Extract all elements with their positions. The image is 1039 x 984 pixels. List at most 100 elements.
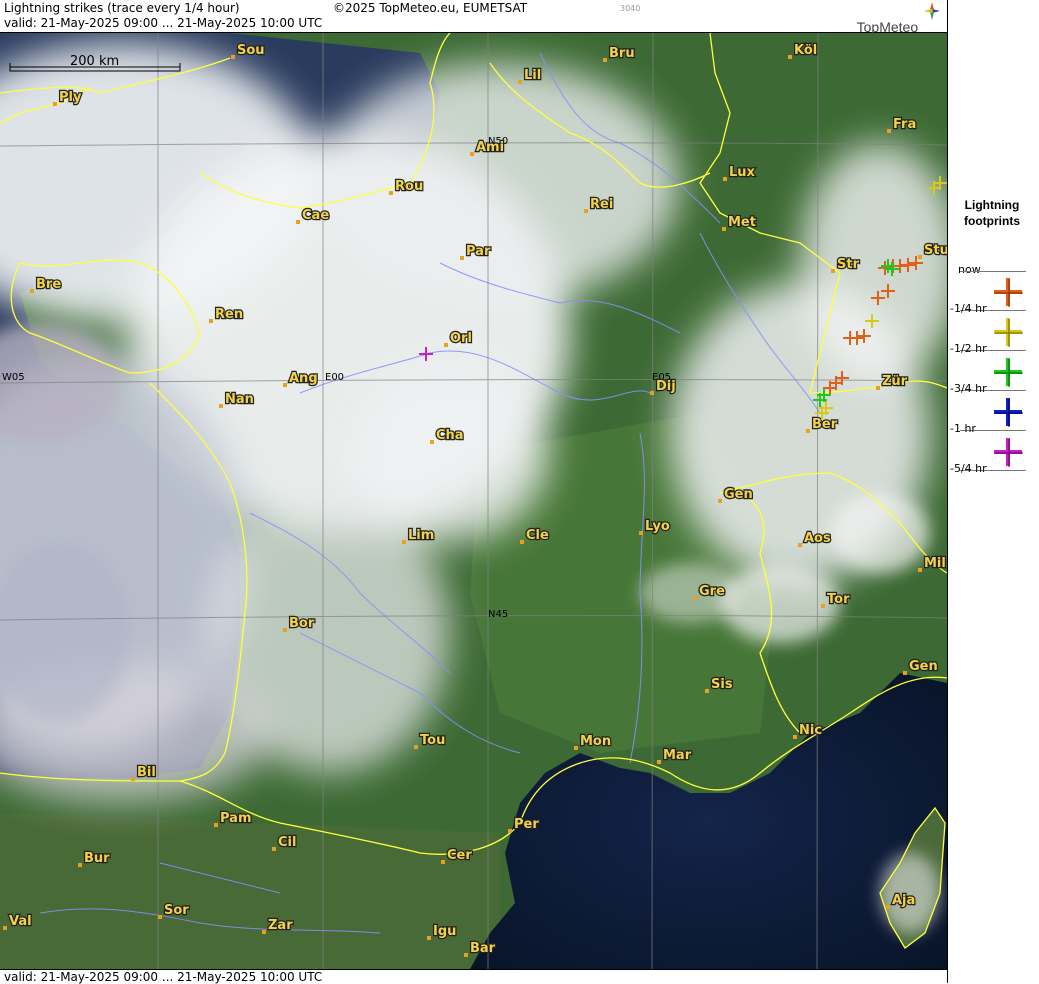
city-label: Sis bbox=[711, 677, 733, 692]
city-label: Par bbox=[466, 244, 491, 259]
city-label: Bre bbox=[36, 277, 61, 292]
legend-title-line2: footprints bbox=[964, 214, 1020, 228]
city-label: Stu bbox=[924, 243, 947, 258]
city-dot bbox=[876, 386, 880, 390]
compass-logo-icon bbox=[924, 2, 940, 20]
city-dot bbox=[918, 568, 922, 572]
city-label: Bil bbox=[137, 765, 156, 780]
legend-cross-green-icon bbox=[994, 358, 1023, 387]
city-label: Sou bbox=[237, 43, 265, 58]
legend-label-now: now bbox=[958, 263, 981, 276]
city-label: Met bbox=[728, 215, 756, 230]
city-dot bbox=[296, 220, 300, 224]
city-dot bbox=[441, 860, 445, 864]
city-label: Cil bbox=[278, 835, 296, 850]
city-dot bbox=[798, 543, 802, 547]
city-dot bbox=[831, 269, 835, 273]
city-dot bbox=[821, 604, 825, 608]
city-label: Bru bbox=[609, 46, 635, 61]
city-label: Zür bbox=[882, 374, 908, 389]
city-label: Aja bbox=[892, 893, 915, 908]
city-dot bbox=[693, 596, 697, 600]
city-label: Lux bbox=[729, 165, 756, 180]
city-label: Mon bbox=[580, 734, 611, 749]
city-dot bbox=[657, 760, 661, 764]
legend-divider bbox=[960, 271, 1026, 272]
city-dot bbox=[158, 915, 162, 919]
city-dot bbox=[389, 191, 393, 195]
city-dot bbox=[887, 129, 891, 133]
city-dot bbox=[464, 953, 468, 957]
city-label: Gen bbox=[909, 659, 938, 674]
legend-label-one-hour: -1 hr bbox=[950, 422, 976, 435]
legend-title-line1: Lightning bbox=[964, 198, 1020, 212]
city-dot bbox=[219, 404, 223, 408]
city-dot bbox=[430, 440, 434, 444]
legend-cross-orange-icon bbox=[994, 278, 1023, 307]
city-label: Fra bbox=[893, 117, 916, 132]
city-label: Igu bbox=[433, 924, 456, 939]
copyright-text: ©2025 TopMeteo.eu, EUMETSAT bbox=[333, 1, 528, 15]
city-dot bbox=[603, 58, 607, 62]
city-label: Pam bbox=[220, 811, 252, 826]
city-label: Gen bbox=[724, 487, 753, 502]
city-label: Tor bbox=[827, 592, 850, 607]
city-label: Mil bbox=[924, 556, 946, 571]
city-label: Lil bbox=[524, 68, 541, 83]
grid-label-n45: N45 bbox=[488, 609, 508, 620]
city-label: Gre bbox=[699, 584, 725, 599]
city-dot bbox=[793, 735, 797, 739]
city-dot bbox=[78, 863, 82, 867]
city-label: Bar bbox=[470, 941, 496, 956]
city-dot bbox=[402, 540, 406, 544]
city-dot bbox=[639, 531, 643, 535]
city-dot bbox=[262, 930, 266, 934]
city-dot bbox=[584, 209, 588, 213]
city-label: Ami bbox=[476, 140, 504, 155]
legend-panel: Lightning footprints now -1/4 hr -1/2 hr… bbox=[947, 0, 1039, 983]
city-label: Orl bbox=[450, 331, 472, 346]
satellite-map[interactable]: 200 km N50 N45 W05 E00 E05 Sou Bru Köl Lil P… bbox=[0, 33, 947, 969]
city-dot bbox=[518, 80, 522, 84]
city-dot bbox=[283, 628, 287, 632]
city-dot bbox=[460, 256, 464, 260]
city-label: Bur bbox=[84, 851, 110, 866]
city-dot bbox=[427, 936, 431, 940]
footer-bar: valid: 21-May-2025 09:00 ... 21-May-2025… bbox=[0, 969, 948, 984]
city-label: Cae bbox=[302, 208, 329, 223]
city-dot bbox=[131, 777, 135, 781]
city-label: Str bbox=[837, 257, 860, 272]
city-dot bbox=[788, 55, 792, 59]
city-label: Nan bbox=[225, 392, 254, 407]
city-dot bbox=[520, 540, 524, 544]
city-dot bbox=[414, 745, 418, 749]
city-label: Dij bbox=[656, 379, 676, 394]
legend-cross-blue-icon bbox=[994, 398, 1023, 427]
valid-time-header: valid: 21-May-2025 09:00 ... 21-May-2025… bbox=[4, 16, 323, 30]
city-label: Cer bbox=[447, 848, 472, 863]
city-dot bbox=[283, 383, 287, 387]
city-label: Cle bbox=[526, 528, 549, 543]
city-dot bbox=[209, 319, 213, 323]
city-label: Köl bbox=[794, 43, 817, 58]
city-dot bbox=[886, 905, 890, 909]
city-label: Cha bbox=[436, 428, 464, 443]
legend-label-half-hour: -1/2 hr bbox=[950, 342, 987, 355]
city-label: Lyo bbox=[645, 519, 670, 534]
city-dot bbox=[722, 227, 726, 231]
city-label: Ang bbox=[289, 371, 318, 386]
city-dot bbox=[806, 429, 810, 433]
city-dot bbox=[214, 823, 218, 827]
city-label: Aos bbox=[804, 531, 831, 546]
city-label: Rou bbox=[395, 179, 423, 194]
city-dot bbox=[705, 689, 709, 693]
topmeteo-logo: TopMeteo bbox=[857, 2, 940, 35]
city-label: Lim bbox=[408, 528, 434, 543]
city-dot bbox=[53, 102, 57, 106]
city-dot bbox=[30, 289, 34, 293]
legend-label-five-quarter-hour: -5/4 hr bbox=[950, 462, 987, 475]
legend-label-quarter-hour: -1/4 hr bbox=[950, 302, 987, 315]
city-dot bbox=[508, 829, 512, 833]
grid-label-e00: E00 bbox=[325, 372, 344, 383]
legend-cross-yellow-icon bbox=[994, 318, 1023, 347]
